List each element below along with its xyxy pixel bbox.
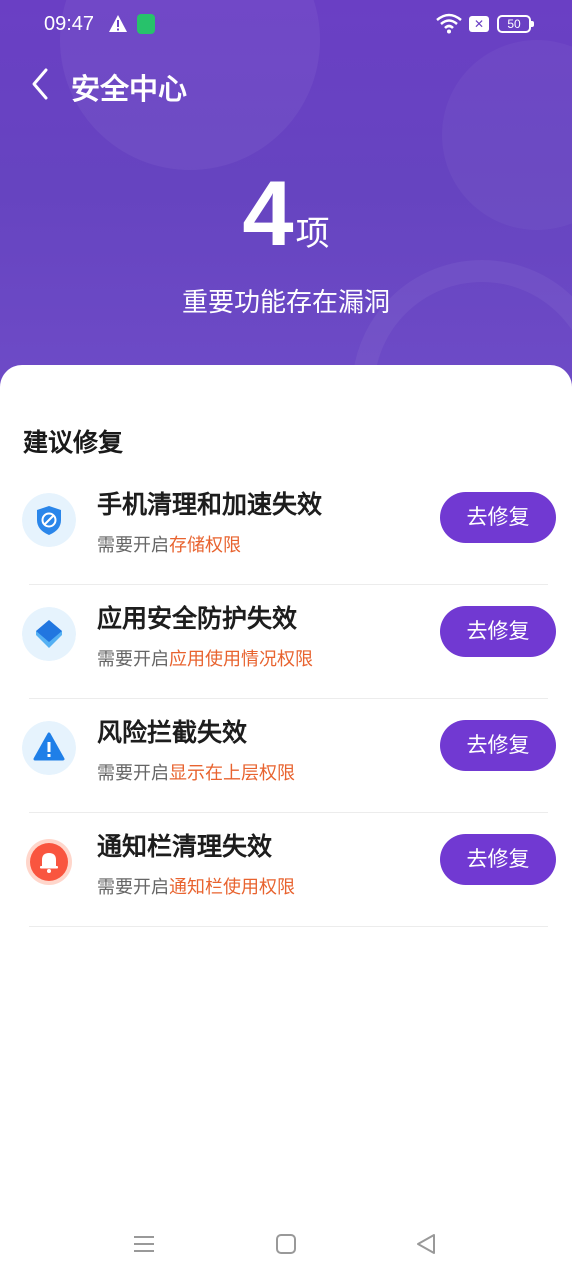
app-notification-icon [137, 14, 155, 34]
issue-count-number: 4 [242, 163, 294, 265]
issue-count-unit: 项 [295, 214, 330, 254]
back-button[interactable] [22, 62, 62, 106]
issue-count: 4项 [0, 168, 572, 260]
list-item: 通知栏清理失效 需要开启通知栏使用权限 去修复 [0, 813, 572, 927]
list-item: 应用安全防护失效 需要开启应用使用情况权限 去修复 [0, 585, 572, 699]
battery-icon: 50 [497, 15, 534, 33]
list-item: 手机清理和加速失效 需要开启存储权限 去修复 [0, 471, 572, 585]
warning-icon [109, 15, 127, 32]
wifi-icon [436, 13, 462, 34]
back-triangle-icon[interactable] [415, 1232, 437, 1256]
item-sub-prefix: 需要开启 [97, 763, 169, 784]
item-sub-prefix: 需要开启 [97, 535, 169, 556]
system-nav-bar [0, 1210, 572, 1280]
fix-button[interactable]: 去修复 [440, 492, 556, 543]
status-bar: 09:47 ✕ 50 [0, 0, 572, 50]
menu-icon[interactable] [133, 1234, 155, 1254]
x-icon: ✕ [469, 16, 489, 32]
item-sub-prefix: 需要开启 [97, 649, 169, 670]
item-subtitle: 需要开启通知栏使用权限 [97, 873, 295, 899]
warning-triangle-icon [22, 721, 76, 775]
divider [29, 926, 548, 927]
item-permission: 显示在上层权限 [169, 763, 295, 784]
item-title: 应用安全防护失效 [97, 604, 298, 633]
bell-icon [26, 839, 72, 885]
layers-icon [22, 607, 76, 661]
content-sheet: 建议修复 手机清理和加速失效 需要开启存储权限 去修复 应用安全防护失效 需要开… [0, 365, 572, 1280]
item-title: 手机清理和加速失效 [97, 490, 323, 519]
item-sub-prefix: 需要开启 [97, 877, 169, 898]
item-subtitle: 需要开启存储权限 [97, 531, 241, 557]
item-subtitle: 需要开启应用使用情况权限 [97, 645, 313, 671]
item-title: 通知栏清理失效 [97, 832, 273, 861]
fix-button[interactable]: 去修复 [440, 606, 556, 657]
hero-banner: 09:47 ✕ 50 安全中心 4项 重要功能存在漏洞 [0, 0, 572, 420]
fix-button[interactable]: 去修复 [440, 834, 556, 885]
fix-button[interactable]: 去修复 [440, 720, 556, 771]
status-time: 09:47 [44, 13, 95, 35]
page-title: 安全中心 [71, 72, 188, 106]
item-permission: 通知栏使用权限 [169, 877, 295, 898]
shield-icon [22, 493, 76, 547]
list-item: 风险拦截失效 需要开启显示在上层权限 去修复 [0, 699, 572, 813]
item-title: 风险拦截失效 [97, 718, 248, 747]
section-title: 建议修复 [23, 428, 124, 457]
item-permission: 应用使用情况权限 [169, 649, 313, 670]
item-permission: 存储权限 [169, 535, 241, 556]
hero-subtitle: 重要功能存在漏洞 [181, 288, 390, 318]
home-icon[interactable] [276, 1234, 296, 1254]
item-subtitle: 需要开启显示在上层权限 [97, 759, 295, 785]
